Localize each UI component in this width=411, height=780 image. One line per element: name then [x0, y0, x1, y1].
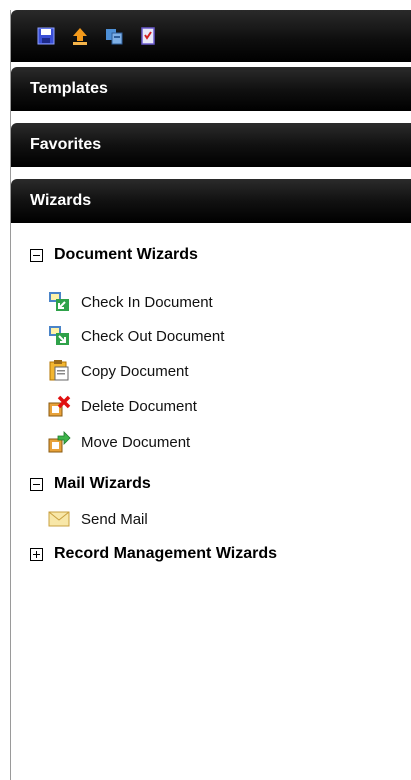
envelope-icon [47, 508, 73, 530]
templates-header[interactable]: Templates [11, 67, 411, 111]
record-management-wizards-group[interactable]: Record Management Wizards [30, 543, 277, 565]
templates-label: Templates [30, 80, 108, 97]
collapse-icon[interactable] [30, 248, 43, 262]
move-document-label: Move Document [81, 433, 191, 451]
wizards-label: Wizards [30, 192, 92, 209]
check-out-icon [47, 325, 73, 347]
checklist-icon[interactable] [138, 26, 158, 46]
send-mail-item[interactable]: Send Mail [47, 507, 148, 531]
scan-icon[interactable] [104, 26, 124, 46]
send-mail-label: Send Mail [81, 510, 148, 528]
delete-document-icon [47, 395, 73, 417]
favorites-label: Favorites [30, 136, 102, 153]
check-in-document-item[interactable]: Check In Document [47, 290, 213, 314]
toolbar [11, 10, 411, 62]
delete-document-item[interactable]: Delete Document [47, 394, 197, 418]
copy-document-label: Copy Document [81, 362, 189, 380]
mail-wizards-label: Mail Wizards [54, 475, 151, 492]
copy-document-icon [47, 360, 73, 382]
check-in-icon [47, 291, 73, 313]
copy-document-item[interactable]: Copy Document [47, 359, 189, 383]
save-icon[interactable] [36, 26, 56, 46]
record-management-wizards-label: Record Management Wizards [54, 545, 278, 562]
mail-wizards-group[interactable]: Mail Wizards [30, 473, 151, 495]
favorites-header[interactable]: Favorites [11, 123, 411, 167]
check-in-document-label: Check In Document [81, 293, 213, 311]
move-document-icon [47, 431, 73, 453]
move-document-item[interactable]: Move Document [47, 430, 190, 454]
collapse-icon[interactable] [30, 477, 43, 491]
document-wizards-group[interactable]: Document Wizards [30, 244, 198, 266]
check-out-document-label: Check Out Document [81, 327, 225, 345]
upload-icon[interactable] [70, 26, 90, 46]
document-wizards-label: Document Wizards [54, 246, 198, 263]
wizards-header[interactable]: Wizards [11, 179, 411, 223]
wizard-sidebar: Templates Favorites Wizards Document Wiz… [10, 10, 411, 780]
expand-icon[interactable] [30, 547, 43, 561]
check-out-document-item[interactable]: Check Out Document [47, 324, 224, 348]
delete-document-label: Delete Document [81, 397, 197, 415]
